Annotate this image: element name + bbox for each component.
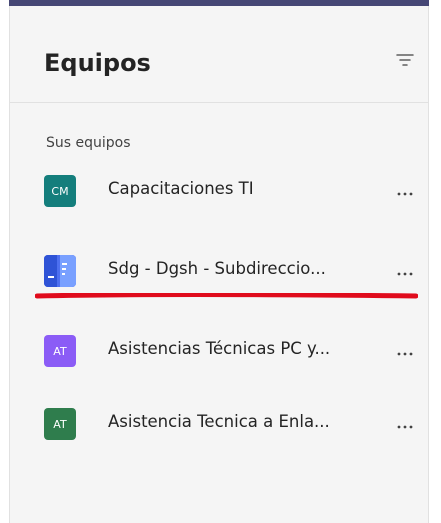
team-avatar-initials: CM — [51, 184, 69, 198]
teams-sidebar-window: Equipos Sus equipos CM Capacitaciones TI — [0, 0, 441, 523]
more-options-button[interactable] — [394, 336, 416, 364]
right-window-edge — [429, 0, 441, 523]
filter-icon[interactable] — [396, 52, 414, 68]
teams-header: Equipos — [10, 6, 428, 103]
more-options-button[interactable] — [394, 409, 416, 437]
team-image-avatar — [44, 255, 76, 287]
red-underline-annotation — [35, 293, 418, 299]
left-window-edge — [0, 0, 9, 523]
team-avatar: AT — [44, 408, 76, 440]
team-name: Capacitaciones TI — [108, 179, 254, 198]
team-image-icon — [44, 255, 76, 287]
more-options-button[interactable] — [394, 256, 416, 284]
ellipsis-icon — [397, 414, 413, 433]
team-name: Asistencias Técnicas PC y... — [108, 339, 331, 358]
more-options-button[interactable] — [394, 176, 416, 204]
ellipsis-icon — [397, 341, 413, 360]
ellipsis-icon — [397, 261, 413, 280]
team-name: Sdg - Dgsh - Subdireccio... — [108, 259, 326, 278]
team-row-capacitaciones[interactable]: CM Capacitaciones TI — [10, 164, 428, 218]
page-title: Equipos — [44, 49, 151, 77]
team-row-sdg-dgsh[interactable]: Sdg - Dgsh - Subdireccio... — [10, 244, 428, 298]
team-avatar: AT — [44, 335, 76, 367]
team-row-asistencia-tecnica[interactable]: AT Asistencia Tecnica a Enla... — [10, 397, 428, 451]
teams-panel: Equipos Sus equipos CM Capacitaciones TI — [9, 6, 429, 523]
team-avatar-initials: AT — [53, 344, 67, 358]
team-avatar: CM — [44, 175, 76, 207]
your-teams-label: Sus equipos — [46, 135, 131, 151]
team-name: Asistencia Tecnica a Enla... — [108, 412, 330, 431]
ellipsis-icon — [397, 181, 413, 200]
team-avatar-initials: AT — [53, 417, 67, 431]
team-row-asistencias-tecnicas[interactable]: AT Asistencias Técnicas PC y... — [10, 324, 428, 378]
